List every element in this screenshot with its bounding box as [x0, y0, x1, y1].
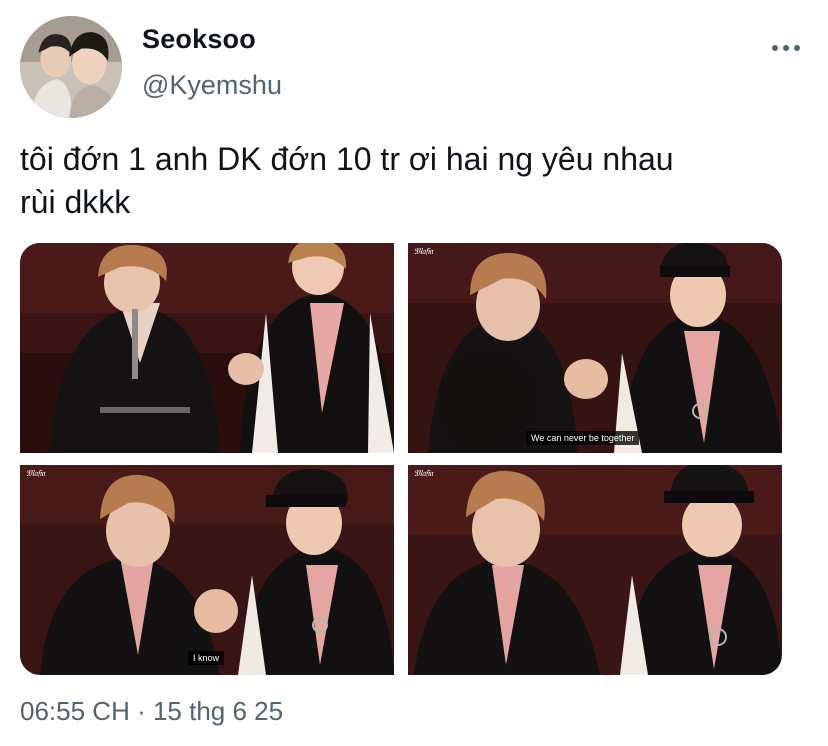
media-grid: 𝔐𝔞𝔣𝔦𝔞 We can never be together 𝔐𝔞𝔣𝔦𝔞 I k… — [20, 243, 782, 675]
media-photo-4[interactable]: 𝔐𝔞𝔣𝔦𝔞 — [408, 465, 782, 675]
avatar[interactable] — [20, 16, 122, 118]
watermark: 𝔐𝔞𝔣𝔦𝔞 — [26, 469, 45, 479]
video-subtitle: I know — [188, 651, 225, 665]
photo-4-image — [408, 465, 782, 675]
tweet-text: tôi đớn 1 anh DK đớn 10 tr ơi hai ng yêu… — [20, 141, 674, 220]
tweet: Seoksoo @Kyemshu tôi đớn 1 anh DK đớn 10… — [0, 0, 828, 746]
media-photo-3[interactable]: 𝔐𝔞𝔣𝔦𝔞 I know — [20, 465, 394, 675]
watermark: 𝔐𝔞𝔣𝔦𝔞 — [414, 469, 433, 479]
photo-2-image — [408, 243, 782, 453]
media-photo-1[interactable] — [20, 243, 394, 453]
more-horizontal-icon — [772, 45, 778, 51]
more-horizontal-icon-dot — [783, 45, 789, 51]
media-photo-2[interactable]: 𝔐𝔞𝔣𝔦𝔞 We can never be together — [408, 243, 782, 453]
photo-1-image — [20, 243, 394, 453]
photo-3-image — [20, 465, 394, 675]
watermark: 𝔐𝔞𝔣𝔦𝔞 — [414, 247, 433, 257]
more-horizontal-icon-dot — [794, 45, 800, 51]
more-options-button[interactable] — [768, 34, 804, 62]
tweet-timestamp[interactable]: 06:55 CH · 15 thg 6 25 — [20, 696, 283, 727]
display-name[interactable]: Seoksoo — [142, 24, 256, 55]
avatar-photo — [20, 16, 122, 118]
user-handle[interactable]: @Kyemshu — [142, 70, 282, 101]
video-subtitle: We can never be together — [526, 431, 640, 445]
